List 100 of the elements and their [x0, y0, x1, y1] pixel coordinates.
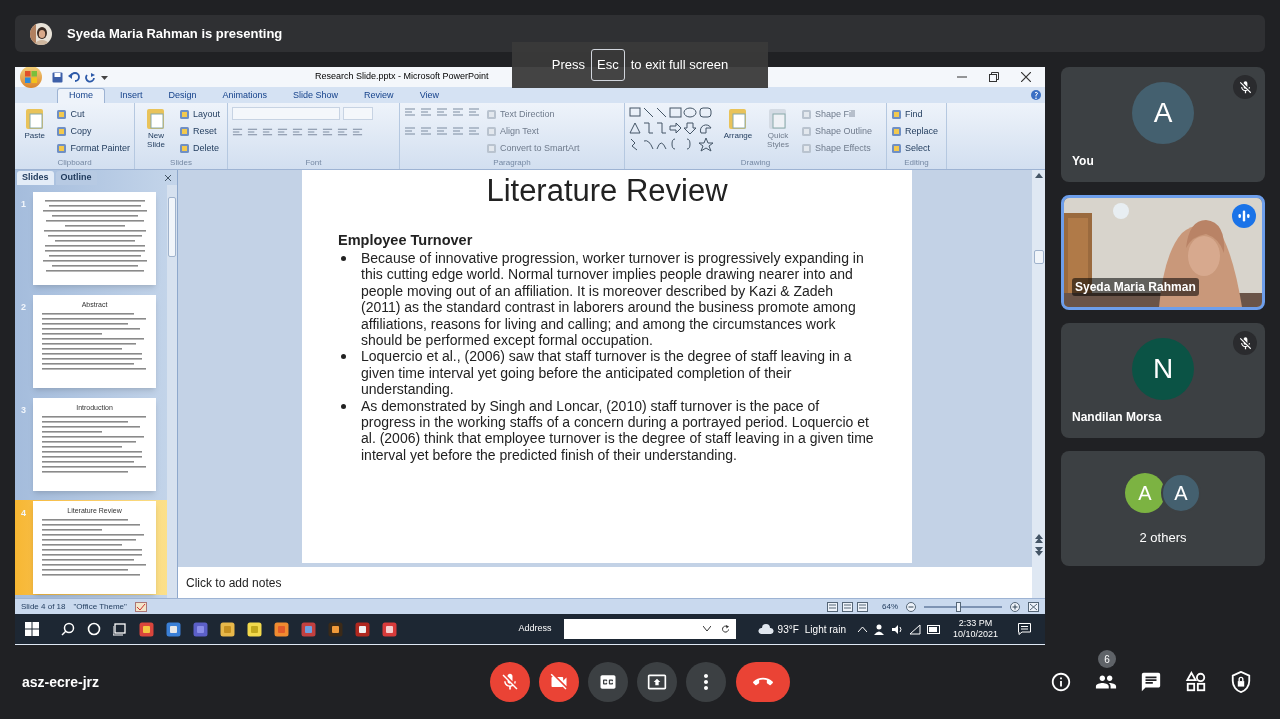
shield-button[interactable]: [1229, 670, 1253, 694]
notification-icon[interactable]: [1018, 623, 1031, 635]
view-icon[interactable]: [857, 601, 868, 612]
shapes-gallery-drawing[interactable]: [629, 107, 715, 153]
font-name-field[interactable]: [232, 107, 340, 120]
app-icon[interactable]: [382, 621, 397, 637]
fit-window-icon[interactable]: [1028, 601, 1039, 612]
tool-icon[interactable]: [56, 109, 68, 120]
avatar-initial: A: [1138, 481, 1152, 506]
ribbon-button[interactable]: Paste: [19, 107, 51, 140]
undo-icon[interactable]: [68, 71, 80, 83]
participant-tile[interactable]: A You: [1061, 67, 1265, 182]
ribbon-button[interactable]: Format Painter: [56, 141, 130, 156]
caret-icon[interactable]: [702, 626, 711, 632]
search-icon[interactable]: [61, 622, 75, 636]
speaking-icon: [1232, 204, 1256, 228]
restore-icon[interactable]: [989, 72, 999, 82]
scrollbar[interactable]: [167, 185, 177, 598]
page-arrows-icon[interactable]: [1034, 534, 1043, 556]
ribbon-button[interactable]: Copy: [56, 124, 130, 139]
more-options-button[interactable]: [686, 662, 726, 702]
app-icon[interactable]: [301, 621, 316, 637]
avatar-initial: N: [1152, 352, 1174, 386]
tool-icon[interactable]: [56, 126, 68, 137]
participant-tile[interactable]: A A 2 others: [1061, 451, 1265, 566]
tool-icon[interactable]: [891, 126, 902, 137]
battery-icon[interactable]: [926, 624, 941, 634]
view-icon[interactable]: [842, 601, 853, 612]
app-icon[interactable]: [247, 621, 262, 637]
group-label: Slides: [169, 158, 193, 169]
ribbon-tab[interactable]: Home: [57, 88, 105, 103]
notes-area[interactable]: Click to add notes: [178, 564, 1032, 598]
close-icon[interactable]: [1021, 72, 1031, 82]
person-icon[interactable]: [872, 623, 885, 635]
zoom-out-icon[interactable]: [906, 601, 916, 612]
spelling-icon[interactable]: [134, 601, 147, 612]
app-icon[interactable]: [220, 621, 235, 637]
close-icon[interactable]: [164, 174, 172, 182]
ribbon-button[interactable]: Reset: [179, 124, 221, 139]
bullet-text: Loquercio et al., (2006) saw that staff turnover is the degree of staff leaving in a given time interval yet going before the anticipated completion of their understanding.: [361, 348, 853, 398]
view-icon[interactable]: [827, 601, 838, 612]
signal-icon[interactable]: [908, 623, 921, 635]
app-icon[interactable]: [139, 621, 154, 637]
ribbon-tab[interactable]: Insert: [109, 88, 154, 103]
circle-icon[interactable]: [87, 622, 101, 636]
scroll-up-icon[interactable]: [1034, 172, 1043, 178]
office-button[interactable]: [20, 67, 42, 88]
caret-icon[interactable]: [101, 73, 108, 81]
chevron-up-icon[interactable]: [857, 626, 867, 632]
theme-name: "Office Theme": [73, 600, 127, 613]
ribbon-tab[interactable]: Review: [353, 88, 405, 103]
microphone-button[interactable]: [490, 662, 530, 702]
tool-icon[interactable]: [56, 143, 68, 154]
ribbon-button[interactable]: Delete: [179, 141, 221, 156]
ribbon-tab[interactable]: Slide Show: [282, 88, 350, 103]
tool-icon[interactable]: [891, 109, 902, 120]
tool-icon[interactable]: [179, 143, 190, 154]
ribbon-button[interactable]: Arrange: [721, 107, 755, 140]
captions-button[interactable]: [588, 662, 628, 702]
tool-icon: [767, 107, 789, 131]
scrollbar-thumb[interactable]: [1033, 250, 1044, 264]
tool-icon[interactable]: [179, 126, 190, 137]
ribbon-tab[interactable]: Design: [157, 88, 208, 103]
ribbon-tab[interactable]: Animations: [211, 88, 279, 103]
count-badge: 6: [1098, 650, 1116, 668]
shapes-button[interactable]: [1184, 670, 1208, 694]
ribbon-button[interactable]: Cut: [56, 107, 130, 122]
ribbon-button[interactable]: Layout: [179, 107, 221, 122]
pane-tab[interactable]: Outline: [55, 171, 97, 185]
address-field[interactable]: [563, 619, 736, 639]
windows-start-icon[interactable]: [25, 622, 39, 636]
pane-tab[interactable]: Slides: [17, 171, 54, 185]
ribbon-button[interactable]: Replace: [891, 124, 939, 139]
scrollbar-thumb[interactable]: [168, 197, 176, 257]
font-size-field[interactable]: [343, 107, 373, 120]
help-icon[interactable]: [1031, 90, 1041, 100]
tool-icon[interactable]: [179, 109, 190, 120]
app-icon[interactable]: [274, 621, 289, 637]
cloud-icon[interactable]: [757, 623, 774, 635]
volume-icon[interactable]: [890, 623, 903, 635]
leave-call-button[interactable]: [736, 662, 790, 702]
redo-icon[interactable]: [85, 71, 96, 83]
camera-button[interactable]: [539, 662, 579, 702]
app-icon[interactable]: [166, 621, 181, 637]
refresh-icon[interactable]: [720, 624, 730, 634]
zoom-in-icon[interactable]: [1010, 601, 1020, 612]
participant-tile[interactable]: Syeda Maria Rahman: [1061, 195, 1265, 310]
info-button[interactable]: [1049, 670, 1073, 694]
ribbon-button[interactable]: Find: [891, 107, 939, 122]
save-icon[interactable]: [52, 71, 63, 83]
app-icon[interactable]: [355, 621, 370, 637]
tool-icon[interactable]: [891, 143, 902, 154]
task-view-icon[interactable]: [113, 622, 127, 636]
slider-thumb[interactable]: [955, 601, 961, 612]
participant-tile[interactable]: N Nandilan Morsa: [1061, 323, 1265, 438]
ribbon-tab[interactable]: View: [408, 88, 450, 103]
ribbon-button[interactable]: New Slide: [139, 107, 173, 149]
app-icon[interactable]: [328, 621, 343, 637]
present-button[interactable]: [637, 662, 677, 702]
ribbon-button[interactable]: Select: [891, 141, 939, 156]
